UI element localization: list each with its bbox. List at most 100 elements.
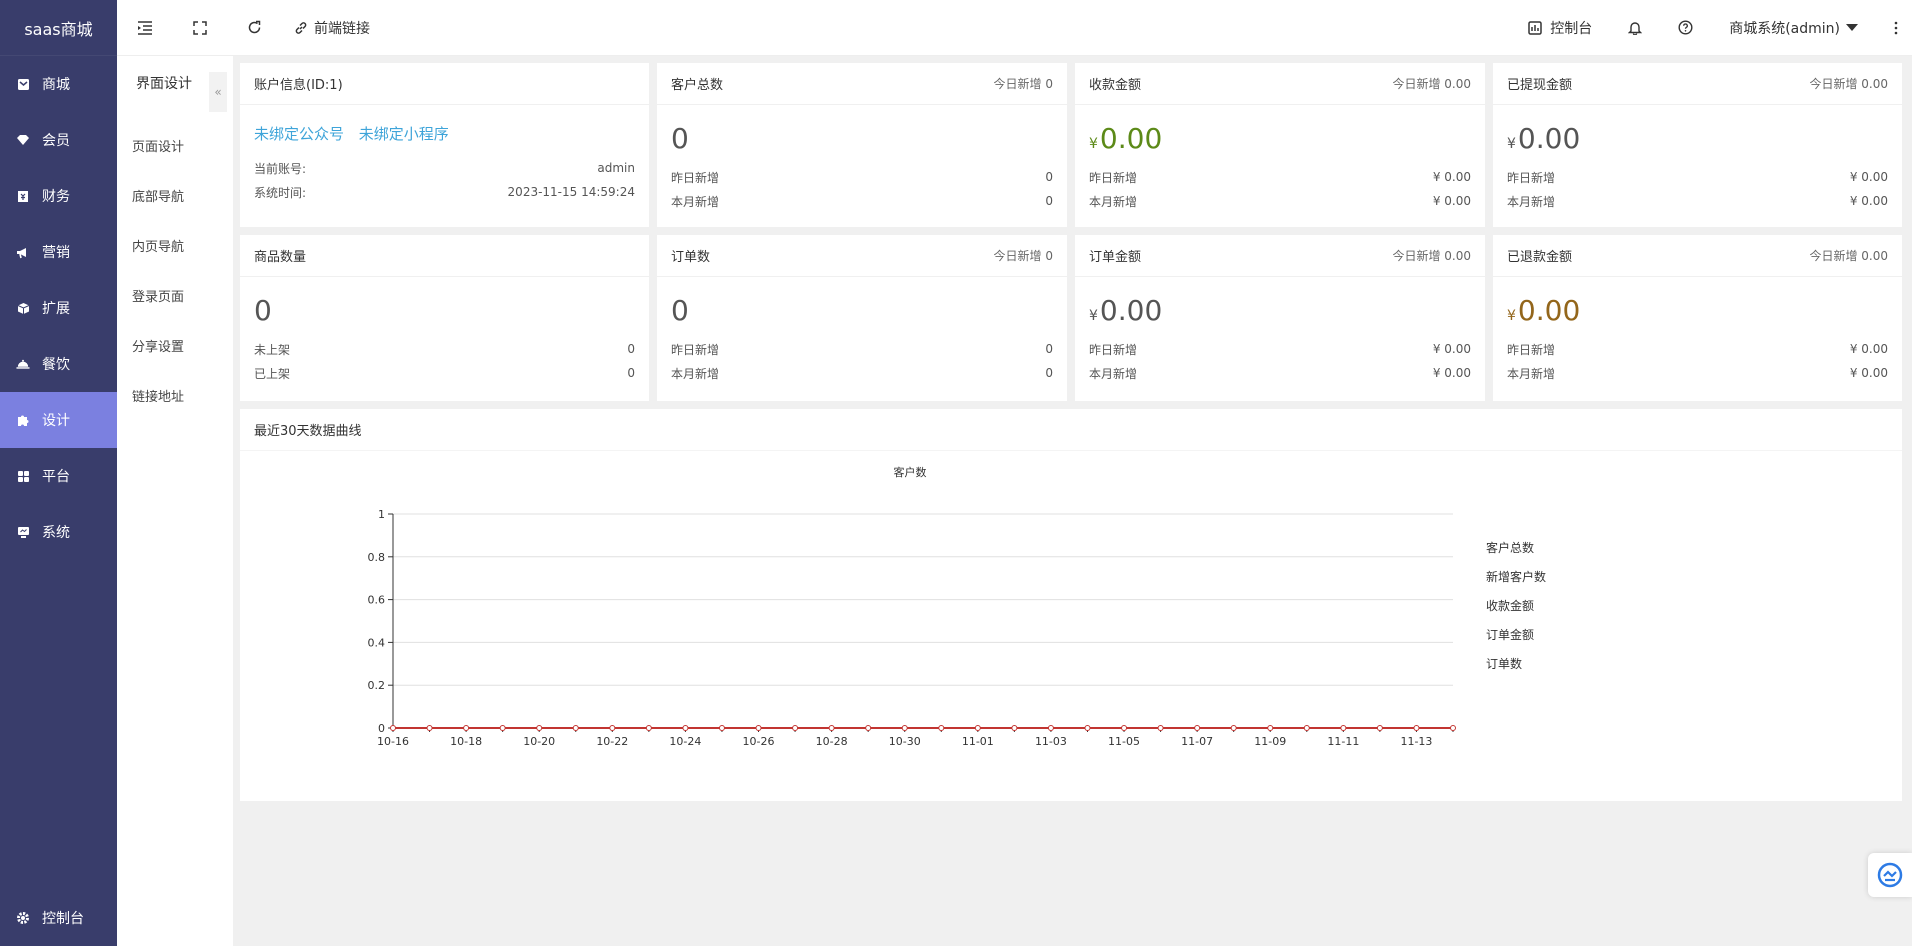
main-sidebar: saas商城 商城会员财务 营销 扩展 餐饮 设计 平台 系统 控制台 xyxy=(0,0,117,946)
x-tick-label: 10-26 xyxy=(743,735,775,748)
sidebar-item-3[interactable]: 营销 xyxy=(0,224,117,280)
stat-value: ¥0.00 xyxy=(1507,293,1888,329)
system-time-value: 2023-11-15 14:59:24 xyxy=(507,185,635,199)
x-tick-label: 10-18 xyxy=(450,735,482,748)
notification-button[interactable] xyxy=(1610,0,1660,56)
user-name: 商城系统(admin) xyxy=(1729,20,1840,37)
yesterday-label: 昨日新增 xyxy=(1089,342,1138,357)
dish-icon xyxy=(16,357,30,371)
today-new: 今日新增 0.00 xyxy=(1809,249,1888,263)
today-new: 今日新增 0.00 xyxy=(1392,77,1471,91)
currency-symbol: ¥ xyxy=(1507,308,1516,324)
data-trend-card: 最近30天数据曲线 客户数 0 0.2 0.4 0.6 0.8 1 10-16 10-18 10-… xyxy=(240,409,1902,801)
sidebar-item-8[interactable]: 系统 xyxy=(0,504,117,560)
data-point xyxy=(1267,725,1274,731)
income-card: 收款金额 今日新增 0.00 ¥0.00 昨日新增 ¥ 0.00 本月新增 ¥ 0.0… xyxy=(1075,63,1485,227)
sidebar-item-5[interactable]: 餐饮 xyxy=(0,336,117,392)
x-tick-label: 10-16 xyxy=(377,735,409,748)
subnav-item-4[interactable]: 分享设置 xyxy=(117,320,233,370)
y-tick-label: 0.4 xyxy=(368,636,386,649)
unlisted-label: 未上架 xyxy=(254,342,291,357)
sidebar-item-dashboard[interactable]: 控制台 xyxy=(0,890,117,946)
main-content: 账户信息(ID:1) 未绑定公众号 未绑定小程序 当前账号: admin 系统时间… xyxy=(233,56,1912,946)
data-point xyxy=(609,725,616,731)
amount: 0.00 xyxy=(1517,122,1581,155)
system-time-label: 系统时间: xyxy=(254,185,307,200)
data-point xyxy=(1413,725,1420,731)
y-tick-label: 0.8 xyxy=(368,551,386,564)
yesterday-label: 昨日新增 xyxy=(671,342,720,357)
sidebar-item-0[interactable]: 商城 xyxy=(0,56,117,112)
frontend-link-button[interactable]: 前端链接 xyxy=(282,0,390,56)
sidebar-item-6[interactable]: 设计 xyxy=(0,392,117,448)
yesterday-value: ¥ 0.00 xyxy=(1849,342,1888,356)
sidebar-item-2[interactable]: 财务 xyxy=(0,168,117,224)
gear-icon xyxy=(16,911,30,925)
collapse-subnav-button[interactable]: « xyxy=(209,72,227,112)
dashboard-button[interactable]: 控制台 xyxy=(1510,0,1610,56)
x-tick-label: 10-20 xyxy=(523,735,555,748)
x-tick-label: 10-30 xyxy=(889,735,921,748)
data-point xyxy=(1121,725,1128,731)
currency-symbol: ¥ xyxy=(1089,136,1098,152)
refunded-card: 已退款金额 今日新增 0.00 ¥0.00 昨日新增 ¥ 0.00 本月新增 ¥ 0.… xyxy=(1493,235,1902,401)
more-vertical-icon xyxy=(1894,21,1898,34)
month-value: 0 xyxy=(1045,366,1053,380)
legend-item: 订单数 xyxy=(1486,656,1522,671)
today-new: 今日新增 0 xyxy=(993,77,1053,91)
x-tick-label: 11-13 xyxy=(1400,735,1432,748)
today-new: 今日新增 0 xyxy=(993,249,1053,263)
customer-total-card: 客户总数 今日新增 0 0 昨日新增 0 本月新增 0 xyxy=(657,63,1067,227)
sidebar-item-7[interactable]: 平台 xyxy=(0,448,117,504)
data-point xyxy=(974,725,981,731)
mail-icon xyxy=(16,77,30,91)
customer-service-button[interactable] xyxy=(1868,853,1912,897)
refresh-button[interactable] xyxy=(227,0,282,56)
data-point xyxy=(1194,725,1201,731)
data-point xyxy=(938,725,945,731)
sidebar-item-1[interactable]: 会员 xyxy=(0,112,117,168)
fullscreen-button[interactable] xyxy=(173,0,227,56)
card-title: 收款金额 xyxy=(1089,78,1142,93)
design-subnav: 界面设计 « 页面设计 底部导航 内页导航 登录页面 分享设置 链接地址 xyxy=(117,56,233,946)
more-menu-button[interactable] xyxy=(1876,0,1912,56)
amount: 0.00 xyxy=(1099,122,1163,155)
sidebar-item-4[interactable]: 扩展 xyxy=(0,280,117,336)
data-point xyxy=(682,725,689,731)
card-title: 账户信息(ID:1) xyxy=(254,78,343,93)
stat-value: ¥0.00 xyxy=(1089,121,1471,157)
bind-mini-program-link[interactable]: 未绑定小程序 xyxy=(359,125,449,143)
subnav-item-1[interactable]: 底部导航 xyxy=(117,170,233,220)
question-icon xyxy=(1678,20,1693,35)
user-menu[interactable]: 商城系统(admin) xyxy=(1711,0,1876,56)
app-logo[interactable]: saas商城 xyxy=(0,0,117,56)
data-point xyxy=(865,725,872,731)
subnav-item-5[interactable]: 链接地址 xyxy=(117,370,233,420)
stat-value: 0 xyxy=(671,294,689,327)
subnav-item-2[interactable]: 内页导航 xyxy=(117,220,233,270)
sidebar-item-label: 会员 xyxy=(42,133,70,149)
bind-official-account-link[interactable]: 未绑定公众号 xyxy=(254,125,344,143)
unlisted-value: 0 xyxy=(627,342,635,356)
current-account-label: 当前账号: xyxy=(254,161,307,176)
link-icon xyxy=(295,21,307,34)
data-point xyxy=(536,725,543,731)
y-tick-label: 0 xyxy=(378,722,385,735)
data-point xyxy=(1084,725,1091,731)
legend-item: 新增客户数 xyxy=(1486,569,1546,584)
menu-toggle-button[interactable] xyxy=(117,0,173,56)
data-point xyxy=(718,725,725,731)
yesterday-value: ¥ 0.00 xyxy=(1849,170,1888,184)
data-point xyxy=(1376,725,1383,731)
x-tick-label: 10-22 xyxy=(596,735,628,748)
account-info-card: 账户信息(ID:1) 未绑定公众号 未绑定小程序 当前账号: admin 系统时间… xyxy=(240,63,649,227)
top-header: 前端链接 控制台 商城系统(admin) xyxy=(117,0,1912,56)
data-point xyxy=(1303,725,1310,731)
legend-item: 客户总数 xyxy=(1486,540,1534,555)
bell-icon xyxy=(1628,22,1643,35)
x-tick-label: 10-24 xyxy=(669,735,701,748)
subnav-item-0[interactable]: 页面设计 xyxy=(117,120,233,170)
subnav-item-3[interactable]: 登录页面 xyxy=(117,270,233,320)
card-title: 已提现金额 xyxy=(1507,78,1573,93)
help-button[interactable] xyxy=(1660,0,1711,56)
